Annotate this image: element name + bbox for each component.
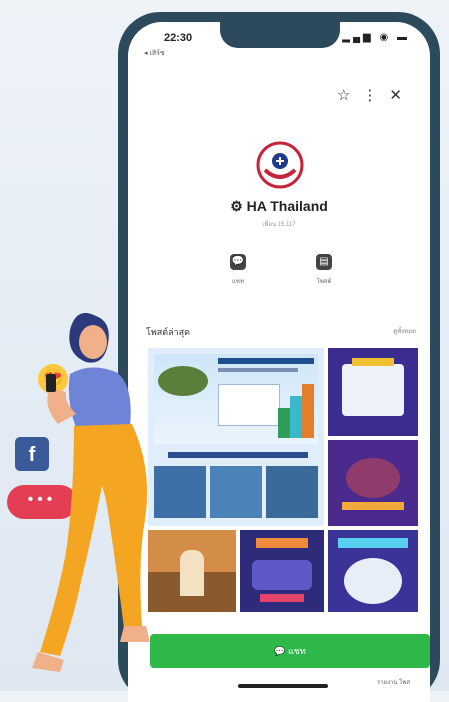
top-action-bar: ☆⋮✕ [337, 86, 414, 104]
home-indicator [238, 684, 328, 688]
status-bar: 22:30 ◂ เสิร์ช ▂▄▆ ◉ ▬ [128, 30, 430, 57]
post-thumbnail[interactable] [328, 440, 418, 526]
post-action-label: โพสต์ [316, 279, 332, 285]
post-action[interactable]: ▤ โพสต์ [304, 254, 344, 286]
more-vertical-icon[interactable]: ⋮ [362, 87, 389, 104]
chat-action-label: แชท [232, 279, 244, 285]
friend-count: เพื่อน 15,117 [262, 222, 296, 228]
post-thumbnail[interactable] [240, 530, 324, 612]
back-to-search-link[interactable]: ◂ เสิร์ช [144, 48, 165, 59]
report-link[interactable]: รายงาน โพส [377, 677, 410, 687]
status-time: 22:30 [164, 32, 193, 44]
post-grid [148, 348, 430, 612]
line-chat-button-label: แชท [287, 646, 306, 656]
chat-action[interactable]: 💬 แชท [218, 254, 258, 286]
account-name: ⚙ HA Thailand [230, 198, 328, 214]
post-thumbnail[interactable] [328, 530, 418, 612]
chat-icon: 💬 [230, 254, 246, 270]
line-chat-button[interactable]: 💬 แชท [150, 634, 430, 668]
close-icon[interactable]: ✕ [389, 87, 414, 104]
post-thumbnail[interactable] [328, 348, 418, 436]
see-all-link[interactable]: ดูทั้งหมด [393, 326, 416, 336]
star-outline-icon[interactable]: ☆ [337, 87, 362, 104]
post-icon: ▤ [316, 254, 332, 270]
chat-small-icon: 💬 [274, 646, 288, 656]
ha-thailand-logo [256, 141, 304, 189]
status-icons: ▂▄▆ ◉ ▬ [342, 32, 410, 43]
woman-with-phone-illustration [32, 313, 150, 672]
